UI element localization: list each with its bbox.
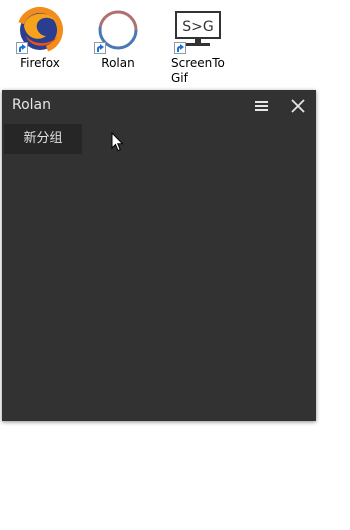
shortcut-label: ScreenToGif	[171, 56, 225, 85]
shortcut-label: Firefox	[20, 56, 60, 70]
mouse-cursor-icon	[111, 131, 124, 152]
firefox-icon	[16, 6, 64, 54]
shortcut-label: Rolan	[101, 56, 135, 70]
close-icon[interactable]	[290, 98, 306, 114]
screentogif-shortcut[interactable]: S>G ScreenToGif	[160, 0, 236, 86]
rolan-shortcut[interactable]: Rolan	[80, 0, 156, 71]
window-title: Rolan	[12, 97, 52, 113]
desktop: Firefox Rolan S>G ScreenToGif Rolan 新分组	[0, 0, 350, 530]
firefox-shortcut[interactable]: Firefox	[2, 0, 78, 71]
rolan-titlebar[interactable]: Rolan	[2, 90, 316, 122]
screentogif-icon: S>G	[174, 6, 222, 54]
svg-text:S>G: S>G	[182, 19, 213, 35]
group-tab-new[interactable]: 新分组	[4, 124, 82, 154]
hamburger-menu-icon[interactable]	[254, 98, 270, 114]
shortcut-arrow-icon	[16, 42, 28, 54]
rolan-window: Rolan 新分组	[2, 90, 316, 421]
shortcut-arrow-icon	[174, 42, 186, 54]
rolan-icon	[94, 6, 142, 54]
shortcut-arrow-icon	[94, 42, 106, 54]
